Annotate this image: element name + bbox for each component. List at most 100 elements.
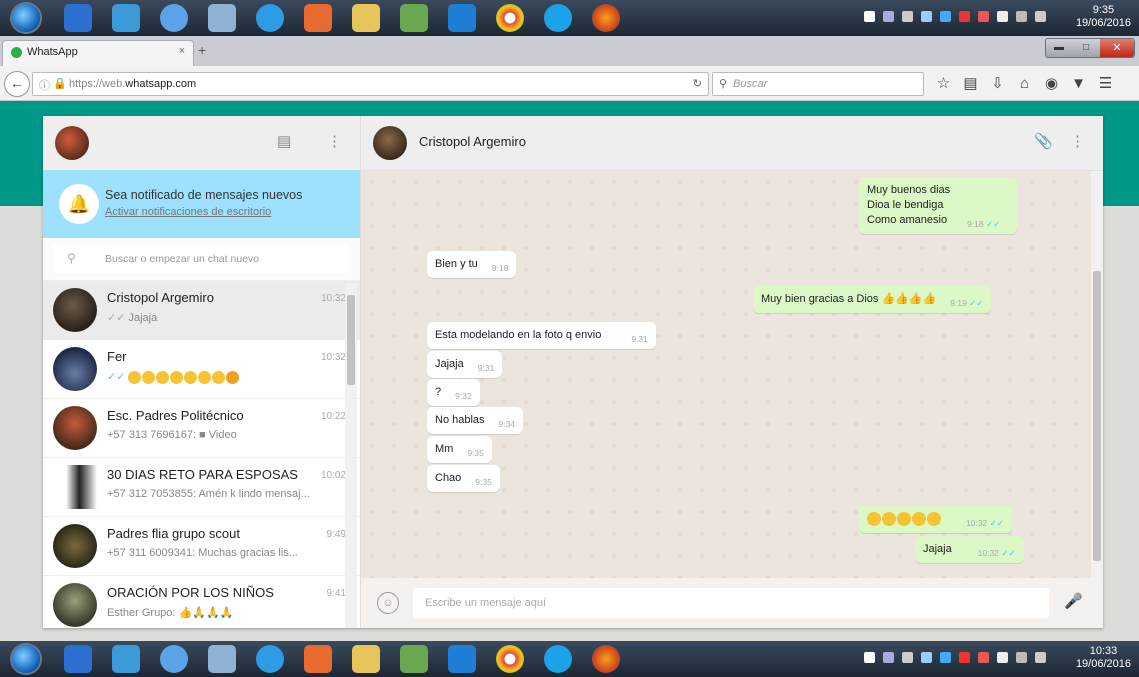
back-button[interactable]: ← [4,71,30,97]
message-time: 9:35 [475,477,492,487]
home-icon[interactable]: ⌂ [1011,75,1038,92]
emoji-icon [897,512,911,527]
enable-notifications-link[interactable]: Activar notificaciones de escritorio [105,206,271,218]
chat-time: 9:41 [326,588,346,599]
tab-close-button[interactable]: × [179,45,185,57]
conversation-scrollbar[interactable] [1091,171,1103,578]
taskbar-app-icon[interactable] [64,645,92,673]
message-bubble-in[interactable]: No hablas 9:34 [427,407,524,434]
message-bubble-in[interactable]: ? 9:32 [427,379,480,406]
chrome-icon[interactable] [496,645,524,673]
message-bubble-in[interactable]: Jajaja 9:31 [427,351,503,378]
contact-avatar[interactable] [373,126,407,160]
taskbar-app-icon[interactable] [304,645,332,673]
menu-icon[interactable]: ☰ [1092,74,1119,92]
emoji-icon[interactable]: ☺ [377,592,399,614]
browser-nav-bar: ← ⓘ 🔒 https://web.whatsapp.com ↻ ⚲ Busca… [0,66,1139,101]
message-bubble-in[interactable]: Chao 9:35 [427,465,500,492]
taskbar-app-icon[interactable] [160,645,188,673]
chat-list-item[interactable]: ORACIÓN POR LOS NIÑOS 9:41 Esther Grupo:… [43,576,360,628]
contact-name[interactable]: Cristopol Argemiro [419,134,526,149]
bookmarks-list-icon[interactable]: ▤ [957,74,984,92]
firefox-icon[interactable] [592,645,620,673]
message-text: No hablas [435,414,485,426]
maximize-button[interactable]: □ [1073,39,1099,57]
message-bubble-in[interactable]: Bien y tu 9:18 [427,251,517,278]
chat-list-item[interactable]: Fer 10:32 ✓✓ [43,340,360,399]
chat-list-item[interactable]: 30 DIAS RETO PARA ESPOSAS 10:02 +57 312 … [43,458,360,517]
search-bar[interactable]: ⚲ Buscar [712,72,924,96]
menu-dots-icon[interactable]: ⋮ [1070,132,1085,150]
taskbar-app-icon[interactable] [64,4,92,32]
message-text: Chao [435,472,462,484]
message-bubble-out[interactable]: 10:32 ✓✓ [859,506,1012,533]
my-avatar[interactable] [55,126,89,160]
taskbar-app-icon[interactable] [304,4,332,32]
folder-icon[interactable] [352,645,380,673]
bookmark-star-icon[interactable]: ☆ [930,74,957,92]
message-bubble-out[interactable]: Muy bien gracias a Dios 👍👍👍👍 9:19 ✓✓ [753,286,992,313]
search-placeholder: Buscar o empezar un chat nuevo [105,253,260,265]
clock-time: 10:33 [1089,645,1118,657]
taskbar-app-icon[interactable] [400,645,428,673]
chat-list-item[interactable]: Padres flia grupo scout 9:49 +57 311 600… [43,517,360,576]
taskbar-app-icon[interactable] [208,645,236,673]
ie-icon[interactable] [448,645,476,673]
message-bubble-in[interactable]: Esta modelando en la foto q envio 9:31 [427,322,656,349]
sidebar: ▤ ⋮ 🔔 Sea notificado de mensajes nuevos … [43,116,361,628]
browser-tab-bar: WhatsApp × + ▬ □ ✕ [0,36,1139,67]
ie-icon[interactable] [112,4,140,32]
pocket-icon[interactable]: ◉ [1038,74,1065,92]
url-text: https://web.whatsapp.com [69,78,197,90]
sidebar-scrollbar[interactable] [345,283,357,628]
download-icon[interactable]: ⇩ [984,74,1011,92]
taskbar-app-icon[interactable] [208,4,236,32]
reload-icon[interactable]: ↻ [693,77,702,90]
start-button[interactable] [12,645,40,673]
clock[interactable]: 10:33 19/06/2016 [1076,645,1131,671]
conversation-header[interactable]: Cristopol Argemiro 📎 ⋮ [361,116,1103,171]
attach-icon[interactable]: 📎 [1034,132,1053,150]
message-bubble-out[interactable]: Muy buenos dias Dioa le bendiga Como ama… [859,177,1017,234]
new-chat-icon[interactable]: ▤ [277,132,291,150]
clock[interactable]: 9:35 19/06/2016 [1076,4,1131,30]
message-bubble-in[interactable]: Mm 9:35 [427,436,492,463]
chat-time: 10:32 [320,352,346,363]
taskbar-app-icon[interactable] [160,4,188,32]
menu-dots-icon[interactable]: ⋮ [327,132,342,150]
firefox-icon[interactable] [592,4,620,32]
chat-search-input[interactable]: ⚲ Buscar o empezar un chat nuevo [53,245,348,273]
folder-icon[interactable] [352,4,380,32]
shield-icon[interactable]: ▼ [1065,75,1092,92]
info-icon[interactable]: ⓘ [39,77,50,93]
avatar [53,524,97,568]
media-player-icon[interactable] [256,645,284,673]
message-text: Muy bien gracias a Dios [761,293,879,305]
message-bubble-out[interactable]: Jajaja 10:32 ✓✓ [915,536,1024,563]
system-tray[interactable] [860,649,1050,669]
taskbar-app-icon[interactable] [400,4,428,32]
chat-list-item[interactable]: Cristopol Argemiro 10:32 ✓✓ Jajaja [43,281,360,340]
start-button[interactable] [12,4,40,32]
system-tray[interactable] [860,8,1050,28]
ie-icon[interactable] [112,645,140,673]
emoji-icon [882,512,896,527]
chrome-icon[interactable] [496,4,524,32]
microphone-icon[interactable]: 🎤 [1064,592,1083,610]
ie-icon[interactable] [448,4,476,32]
skype-icon[interactable] [544,645,572,673]
scrollbar-thumb[interactable] [1093,271,1101,561]
tab-whatsapp[interactable]: WhatsApp × [2,40,194,67]
scrollbar-thumb[interactable] [347,295,355,385]
skype-icon[interactable] [544,4,572,32]
message-text: Jajaja [435,358,464,370]
taskbar-bottom: 10:33 19/06/2016 [0,641,1139,677]
minimize-button[interactable]: ▬ [1046,39,1072,57]
notification-banner[interactable]: 🔔 Sea notificado de mensajes nuevos Acti… [43,170,360,238]
url-bar[interactable]: ⓘ 🔒 https://web.whatsapp.com ↻ [32,72,709,96]
media-player-icon[interactable] [256,4,284,32]
close-window-button[interactable]: ✕ [1100,39,1134,57]
message-input[interactable]: Escribe un mensaje aquí [413,588,1049,618]
chat-list-item[interactable]: Esc. Padres Politécnico 10:22 +57 313 76… [43,399,360,458]
new-tab-button[interactable]: + [198,42,206,58]
